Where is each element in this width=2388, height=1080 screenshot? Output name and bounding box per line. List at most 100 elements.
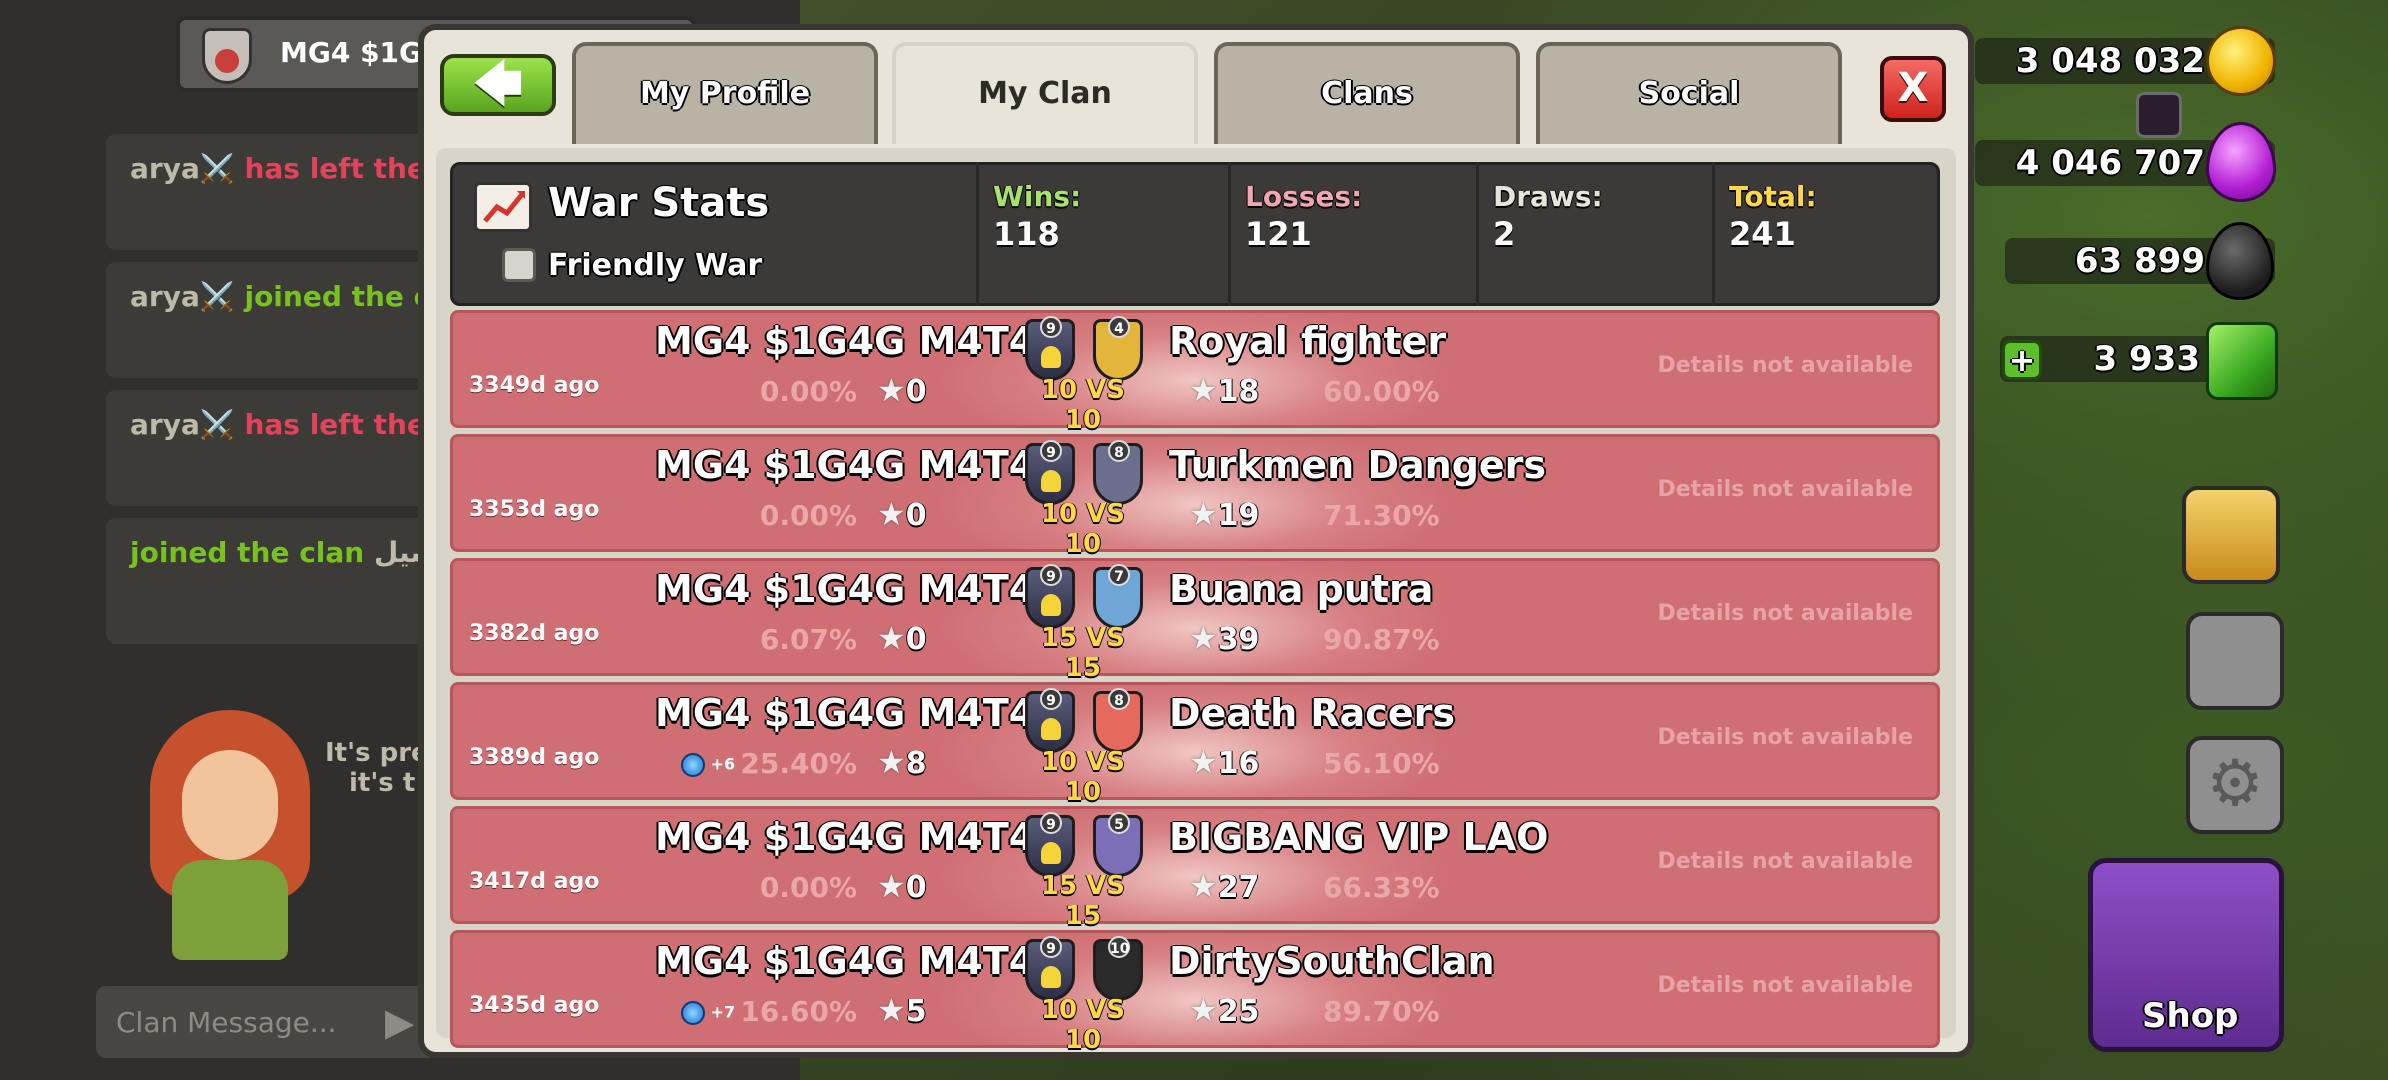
war-stats-title: War Stats	[548, 180, 770, 226]
war-bonus-gem-icon	[681, 753, 705, 777]
our-stars-value: 0	[905, 622, 927, 657]
opponent-destruction-percent: 60.00%	[1323, 375, 1440, 408]
our-clan-level: 9	[1040, 936, 1062, 958]
stat-total-label: Total:	[1729, 180, 1817, 213]
chat-message-name: arya⚔️	[130, 408, 235, 441]
storage-icon	[2136, 92, 2182, 138]
opponent-clan-name: BIGBANG VIP LAO	[1169, 815, 1549, 859]
stat-draws-value: 2	[1493, 215, 1516, 253]
war-bonus-value: +7	[710, 1002, 736, 1022]
opponent-clan-name: Royal fighter	[1169, 319, 1447, 363]
opponent-clan-level: 10	[1108, 936, 1130, 958]
our-destruction-percent: 0.00%	[759, 375, 857, 408]
star-icon: ★	[1189, 619, 1218, 657]
opponent-stars: ★18	[1189, 371, 1259, 409]
edit-layout-button[interactable]	[2186, 612, 2284, 710]
our-clan-level: 9	[1040, 440, 1062, 462]
war-size: 10 VS 10	[1040, 375, 1126, 435]
our-clan-name: MG4 $1G4G M4T4	[655, 939, 1036, 983]
opponent-destruction-percent: 89.70%	[1323, 995, 1440, 1028]
our-stars-value: 0	[905, 870, 927, 905]
back-button[interactable]: 🡄	[440, 54, 556, 116]
gold-coin-icon	[2206, 26, 2276, 96]
our-stars-value: 0	[905, 498, 927, 533]
star-icon: ★	[1189, 495, 1218, 533]
clan-war-button[interactable]	[2182, 486, 2280, 584]
our-stars: ★5	[877, 991, 927, 1029]
our-clan-badge-icon: 9	[1025, 936, 1075, 1001]
opponent-stars-value: 19	[1217, 498, 1260, 533]
chat-message-text: joined the clan	[130, 536, 365, 569]
war-details-note: Details not available	[1657, 973, 1913, 998]
opponent-stars: ★39	[1189, 619, 1259, 657]
war-bonus-value: +6	[710, 754, 736, 774]
add-gems-button[interactable]: +	[2002, 340, 2042, 380]
opponent-clan-level: 7	[1108, 564, 1130, 586]
our-destruction-percent: 6.07%	[759, 623, 857, 656]
star-icon: ★	[1189, 371, 1218, 409]
opponent-stars: ★25	[1189, 991, 1259, 1029]
opponent-stars-value: 25	[1217, 994, 1260, 1029]
war-bonus: +6	[681, 753, 735, 777]
war-log-row[interactable]: 3389d ago MG4 $1G4G M4T4 +6 25.40% ★8 9 …	[450, 682, 1940, 807]
chat-message-name: arya⚔️	[130, 152, 235, 185]
our-destruction-percent: 0.00%	[759, 499, 857, 532]
clan-badge-icon	[202, 28, 252, 84]
close-button[interactable]: X	[1880, 56, 1946, 122]
opponent-clan-name: Death Racers	[1169, 691, 1455, 735]
stat-draws: Draws: 2	[1476, 162, 1712, 306]
opponent-stars-value: 39	[1217, 622, 1260, 657]
star-icon: ★	[877, 991, 906, 1029]
stat-wins-label: Wins:	[993, 180, 1082, 213]
our-clan-name: MG4 $1G4G M4T4	[655, 443, 1036, 487]
war-bonus: +7	[681, 1001, 735, 1025]
opponent-clan-level: 5	[1108, 812, 1130, 834]
opponent-clan-name: DirtySouthClan	[1169, 939, 1495, 983]
opponent-clan-name: Turkmen Dangers	[1169, 443, 1547, 487]
star-icon: ★	[877, 867, 906, 905]
our-clan-name: MG4 $1G4G M4T4	[655, 567, 1036, 611]
stat-losses-value: 121	[1245, 215, 1312, 253]
our-clan-badge-icon: 9	[1025, 564, 1075, 629]
star-icon: ★	[1189, 867, 1218, 905]
war-time-ago: 3389d ago	[469, 745, 600, 770]
war-log-row[interactable]: 3349d ago MG4 $1G4G M4T4 0.00% ★0 9 4 10…	[450, 310, 1940, 435]
opponent-stars: ★27	[1189, 867, 1259, 905]
our-clan-name: MG4 $1G4G M4T4	[655, 319, 1036, 363]
tab-clans[interactable]: Clans	[1214, 42, 1520, 144]
war-log-row[interactable]: 3435d ago MG4 $1G4G M4T4 +7 16.60% ★5 9 …	[450, 930, 1940, 1055]
our-clan-name: MG4 $1G4G M4T4	[655, 691, 1036, 735]
war-details-note: Details not available	[1657, 353, 1913, 378]
war-log-row[interactable]: 3382d ago MG4 $1G4G M4T4 6.07% ★0 9 7 15…	[450, 558, 1940, 683]
send-icon[interactable]: ▶	[385, 1000, 414, 1044]
opponent-clan-badge-icon: 10	[1093, 936, 1143, 1001]
star-icon: ★	[877, 371, 906, 409]
helper-text: It's pre it's t	[325, 738, 429, 798]
friendly-war-checkbox[interactable]	[502, 248, 536, 282]
stat-total: Total: 241	[1712, 162, 1938, 306]
friendly-war-label: Friendly War	[548, 248, 763, 283]
war-log-row[interactable]: 3353d ago MG4 $1G4G M4T4 0.00% ★0 9 8 10…	[450, 434, 1940, 559]
war-size: 10 VS 10	[1040, 499, 1126, 559]
stat-losses: Losses: 121	[1228, 162, 1474, 306]
tab-my-profile[interactable]: My Profile	[572, 42, 878, 144]
opponent-clan-badge-icon: 8	[1093, 688, 1143, 753]
tab-my-clan[interactable]: My Clan	[892, 42, 1198, 144]
star-icon: ★	[877, 743, 906, 781]
opponent-clan-name: Buana putra	[1169, 567, 1434, 611]
stat-total-value: 241	[1729, 215, 1796, 253]
our-clan-badge-icon: 9	[1025, 440, 1075, 505]
tab-social[interactable]: Social	[1536, 42, 1842, 144]
opponent-stars-value: 18	[1217, 374, 1260, 409]
opponent-destruction-percent: 56.10%	[1323, 747, 1440, 780]
opponent-stars: ★16	[1189, 743, 1259, 781]
opponent-clan-level: 4	[1108, 316, 1130, 338]
star-icon: ★	[877, 495, 906, 533]
our-stars: ★0	[877, 619, 927, 657]
our-clan-level: 9	[1040, 316, 1062, 338]
settings-gear-button[interactable]: ⚙	[2186, 736, 2284, 834]
our-destruction-percent: 16.60%	[740, 995, 857, 1028]
our-destruction-percent: 0.00%	[759, 871, 857, 904]
opponent-stars-value: 16	[1217, 746, 1260, 781]
war-log-row[interactable]: 3417d ago MG4 $1G4G M4T4 0.00% ★0 9 5 15…	[450, 806, 1940, 931]
